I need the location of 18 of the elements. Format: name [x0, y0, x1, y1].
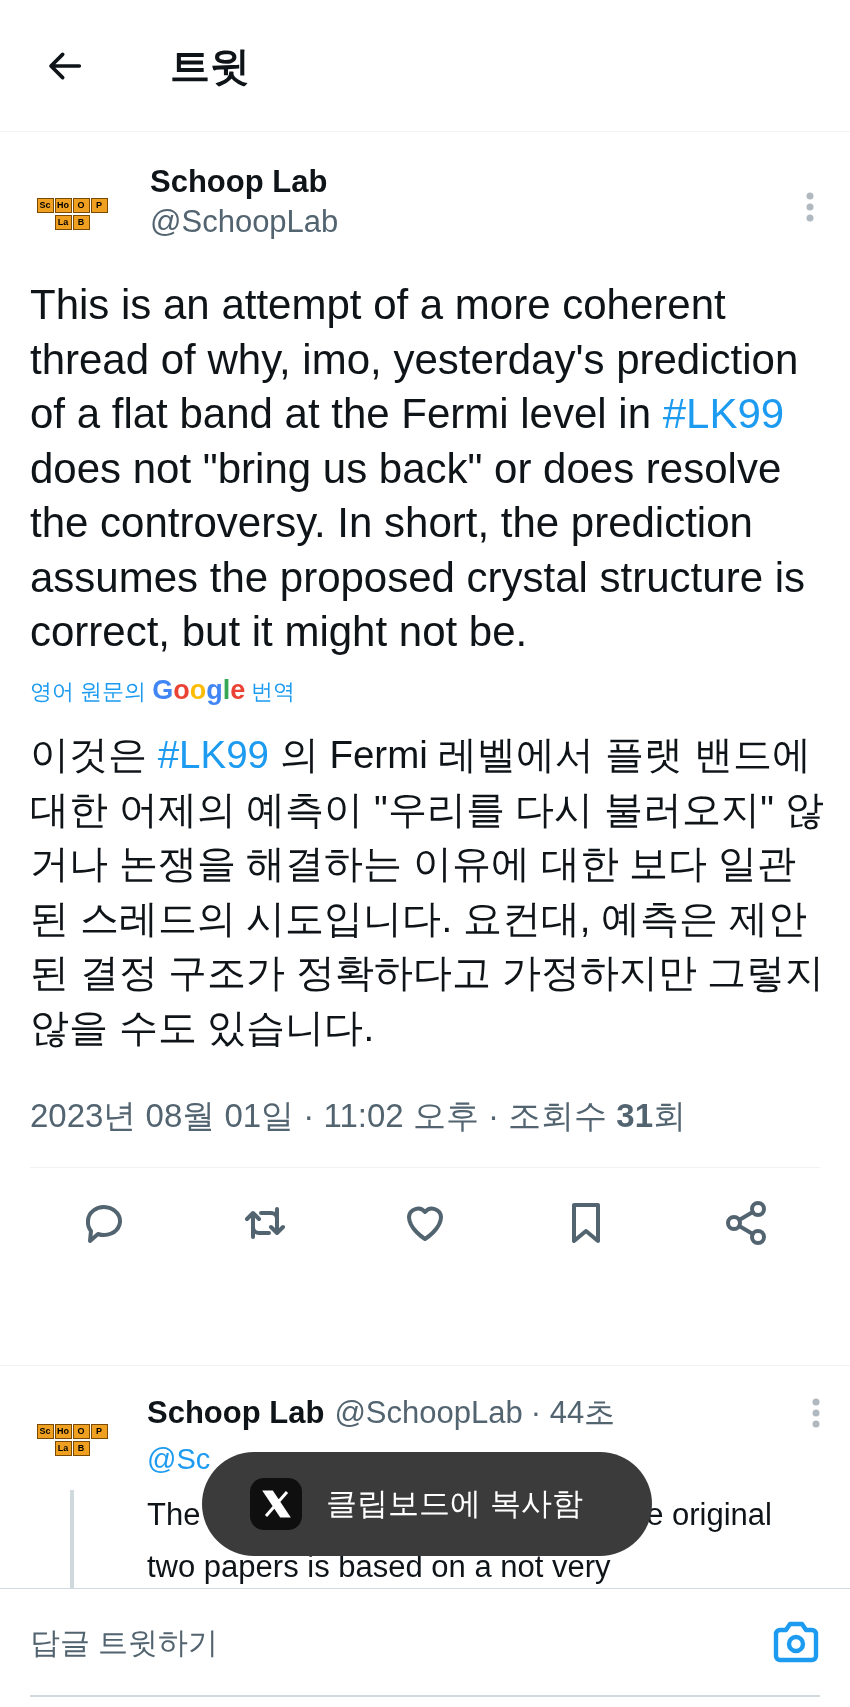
reply-author-name[interactable]: Schoop Lab: [147, 1391, 325, 1436]
page-title: 트윗: [170, 42, 250, 90]
reply-text: two papers is based on a not very: [147, 1547, 612, 1586]
translation-link[interactable]: 영어 원문의 Google 번역: [30, 669, 820, 710]
toast-message: 클립보드에 복사함: [326, 1484, 583, 1523]
x-logo-icon: [250, 1478, 302, 1530]
tweet-text: This is an attempt of a more coherent thread of why, imo, yesterday's prediction of a flat band at the Fermi level in #LK99 does not "bring us back" or does resolve the controversy. In short, the prediction assumes the proposed crystal structure is correct, but it might not be.: [30, 280, 806, 657]
author-name[interactable]: Schoop Lab: [150, 162, 806, 202]
translated-text: 이것은 #LK99 의 Fermi 레벨에서 플랫 밴드에 대한 어제의 예측이 "우리를 다시 불러오지" 않거나 논쟁을 해결하는 이유에 대한 보다 일관된 스레드의 시도입니다. 요컨대, 예측은 제안된 결정 구조가 정확하다고 가정하지만 그렇지 않을 수도 있습니다.: [30, 732, 826, 1051]
reply-input-field[interactable]: 답글 트윗하기: [30, 1619, 772, 1665]
tweet-meta: 2023년 08월 01일 · 11:02 오후 · 조회수 31회: [30, 1096, 687, 1136]
author-handle[interactable]: @SchoopLab: [150, 202, 806, 242]
avatar-logo[interactable]: Sc Ho O P La B: [30, 172, 114, 256]
reply-time: · 44초: [530, 1394, 616, 1432]
reply-text: The: [147, 1495, 201, 1534]
reply-author-handle[interactable]: @SchoopLab: [334, 1390, 523, 1437]
camera-icon[interactable]: [772, 1620, 820, 1664]
avatar-logo[interactable]: Sc Ho O P La B: [30, 1398, 114, 1482]
